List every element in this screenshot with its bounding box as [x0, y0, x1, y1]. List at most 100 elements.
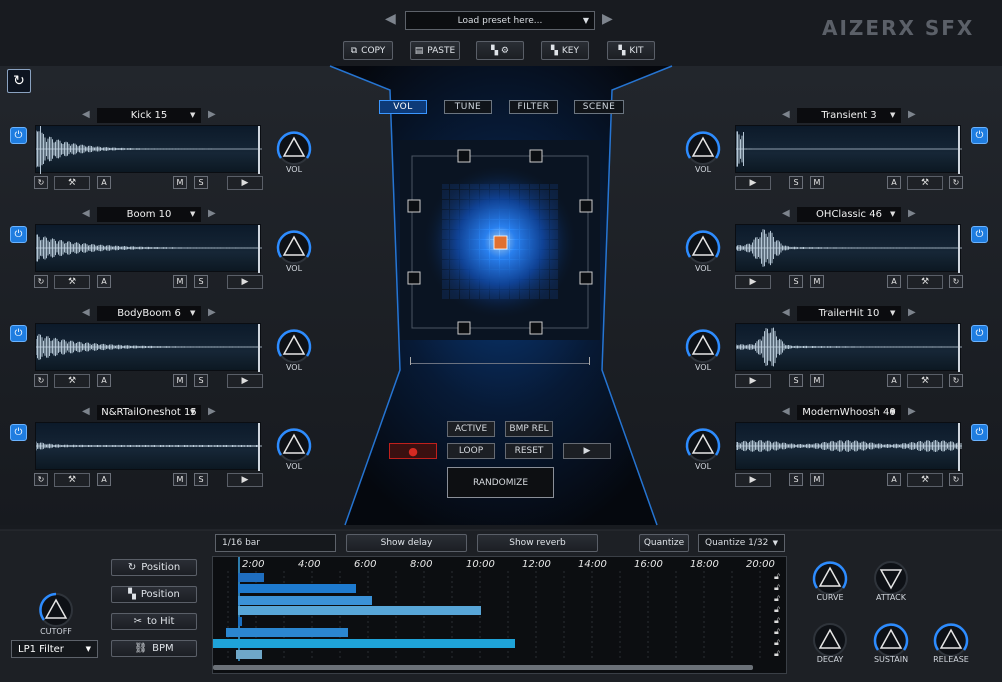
attack-knob[interactable]: [873, 560, 909, 596]
a-button[interactable]: A: [887, 473, 901, 486]
wrench-icon[interactable]: ⚒: [907, 374, 943, 388]
sequencer-scrollbar[interactable]: [213, 665, 753, 670]
wrench-icon[interactable]: ⚒: [54, 473, 90, 487]
slot-name-select[interactable]: Transient 3: [797, 108, 901, 123]
wrench-icon[interactable]: ⚒: [907, 473, 943, 487]
solo-button[interactable]: S: [789, 374, 803, 387]
filter-select[interactable]: LP1 Filter ▼: [11, 640, 98, 658]
waveform-display[interactable]: [735, 422, 962, 471]
slot-name-select[interactable]: Kick 15: [97, 108, 201, 123]
power-icon[interactable]: ⏻: [10, 226, 27, 243]
slot-next-arrow[interactable]: ▶: [208, 406, 216, 417]
slot-next-arrow[interactable]: ▶: [208, 307, 216, 318]
length-field[interactable]: 1/16 bar: [215, 534, 336, 552]
wrench-icon[interactable]: ⚒: [907, 275, 943, 289]
refresh-icon[interactable]: ↻: [34, 473, 48, 486]
settings-button[interactable]: ▚ ⚙: [476, 41, 524, 60]
mute-button[interactable]: M: [173, 473, 187, 486]
play-icon[interactable]: ▶: [735, 473, 771, 487]
lock-icon[interactable]: 🔓︎: [774, 583, 780, 593]
slot-name-select[interactable]: N&RTailOneshot 15: [97, 405, 201, 420]
refresh-icon[interactable]: ↻: [34, 374, 48, 387]
slot-prev-arrow[interactable]: ◀: [82, 208, 90, 219]
mute-button[interactable]: M: [810, 374, 824, 387]
waveform-display[interactable]: [35, 125, 262, 174]
curve-knob[interactable]: [812, 560, 848, 596]
position-button-1[interactable]: ↻ Position: [111, 559, 197, 576]
position-button-2[interactable]: ▚ Position: [111, 586, 197, 603]
waveform-display[interactable]: [735, 323, 962, 372]
vol-knob[interactable]: [276, 130, 312, 166]
play-icon[interactable]: ▶: [735, 374, 771, 388]
slot-prev-arrow[interactable]: ◀: [782, 109, 790, 120]
reset-button[interactable]: RESET: [505, 443, 553, 459]
bmp-rel-button[interactable]: BMP REL: [505, 421, 553, 437]
solo-button[interactable]: S: [789, 473, 803, 486]
loop-button[interactable]: LOOP: [447, 443, 495, 459]
refresh-icon[interactable]: ↻: [34, 176, 48, 189]
lock-icon[interactable]: 🔓︎: [774, 594, 780, 604]
solo-button[interactable]: S: [194, 473, 208, 486]
sequencer-bar[interactable]: [238, 573, 264, 582]
mute-button[interactable]: M: [173, 176, 187, 189]
solo-button[interactable]: S: [194, 275, 208, 288]
mute-button[interactable]: M: [173, 275, 187, 288]
power-icon[interactable]: ⏻: [10, 424, 27, 441]
vol-knob[interactable]: [276, 229, 312, 265]
to-hit-button[interactable]: ✂ to Hit: [111, 613, 197, 630]
mute-button[interactable]: M: [810, 176, 824, 189]
lock-icon[interactable]: 🔓︎: [774, 616, 780, 626]
show-delay-button[interactable]: Show delay: [346, 534, 467, 552]
refresh-icon[interactable]: ↻: [949, 176, 963, 189]
sustain-knob[interactable]: [873, 622, 909, 658]
lock-icon[interactable]: 🔓︎: [774, 638, 780, 648]
slot-name-select[interactable]: Boom 10: [97, 207, 201, 222]
slot-prev-arrow[interactable]: ◀: [82, 307, 90, 318]
solo-button[interactable]: S: [789, 176, 803, 189]
sequencer-bar[interactable]: [226, 628, 348, 637]
wrench-icon[interactable]: ⚒: [907, 176, 943, 190]
sequencer-bar[interactable]: [238, 596, 372, 605]
tab-scene[interactable]: SCENE: [574, 100, 624, 114]
power-icon[interactable]: ⏻: [971, 424, 988, 441]
power-icon[interactable]: ⏻: [10, 127, 27, 144]
play-icon[interactable]: ▶: [227, 275, 263, 289]
bpm-button[interactable]: ⛓ BPM: [111, 640, 197, 657]
key-button[interactable]: ▚ KEY: [541, 41, 589, 60]
power-icon[interactable]: ⏻: [971, 226, 988, 243]
a-button[interactable]: A: [97, 176, 111, 189]
slot-name-select[interactable]: BodyBoom 6: [97, 306, 201, 321]
mute-button[interactable]: M: [173, 374, 187, 387]
tab-tune[interactable]: TUNE: [444, 100, 492, 114]
slot-name-select[interactable]: OHClassic 46: [797, 207, 901, 222]
waveform-display[interactable]: [735, 224, 962, 273]
slot-next-arrow[interactable]: ▶: [208, 109, 216, 120]
solo-button[interactable]: S: [194, 374, 208, 387]
vol-knob[interactable]: [685, 427, 721, 463]
play-icon[interactable]: ▶: [227, 473, 263, 487]
a-button[interactable]: A: [887, 374, 901, 387]
refresh-icon[interactable]: ↻: [34, 275, 48, 288]
record-button[interactable]: ●: [389, 443, 437, 459]
solo-button[interactable]: S: [194, 176, 208, 189]
a-button[interactable]: A: [97, 473, 111, 486]
vol-knob[interactable]: [685, 229, 721, 265]
randomize-button[interactable]: RANDOMIZE: [447, 467, 554, 498]
slot-prev-arrow[interactable]: ◀: [82, 109, 90, 120]
wrench-icon[interactable]: ⚒: [54, 275, 90, 289]
waveform-display[interactable]: [35, 224, 262, 273]
lock-icon[interactable]: 🔓︎: [774, 649, 780, 659]
sequencer-bar[interactable]: [238, 617, 242, 626]
preset-select[interactable]: Load preset here... ▼: [405, 11, 595, 30]
refresh-icon[interactable]: ↻: [7, 69, 31, 93]
wrench-icon[interactable]: ⚒: [54, 374, 90, 388]
slot-next-arrow[interactable]: ▶: [908, 307, 916, 318]
vol-knob[interactable]: [685, 328, 721, 364]
mute-button[interactable]: M: [810, 473, 824, 486]
vol-knob[interactable]: [276, 427, 312, 463]
slot-next-arrow[interactable]: ▶: [908, 406, 916, 417]
sequencer-bar[interactable]: [236, 650, 262, 659]
solo-button[interactable]: S: [789, 275, 803, 288]
active-button[interactable]: ACTIVE: [447, 421, 495, 437]
slot-prev-arrow[interactable]: ◀: [82, 406, 90, 417]
